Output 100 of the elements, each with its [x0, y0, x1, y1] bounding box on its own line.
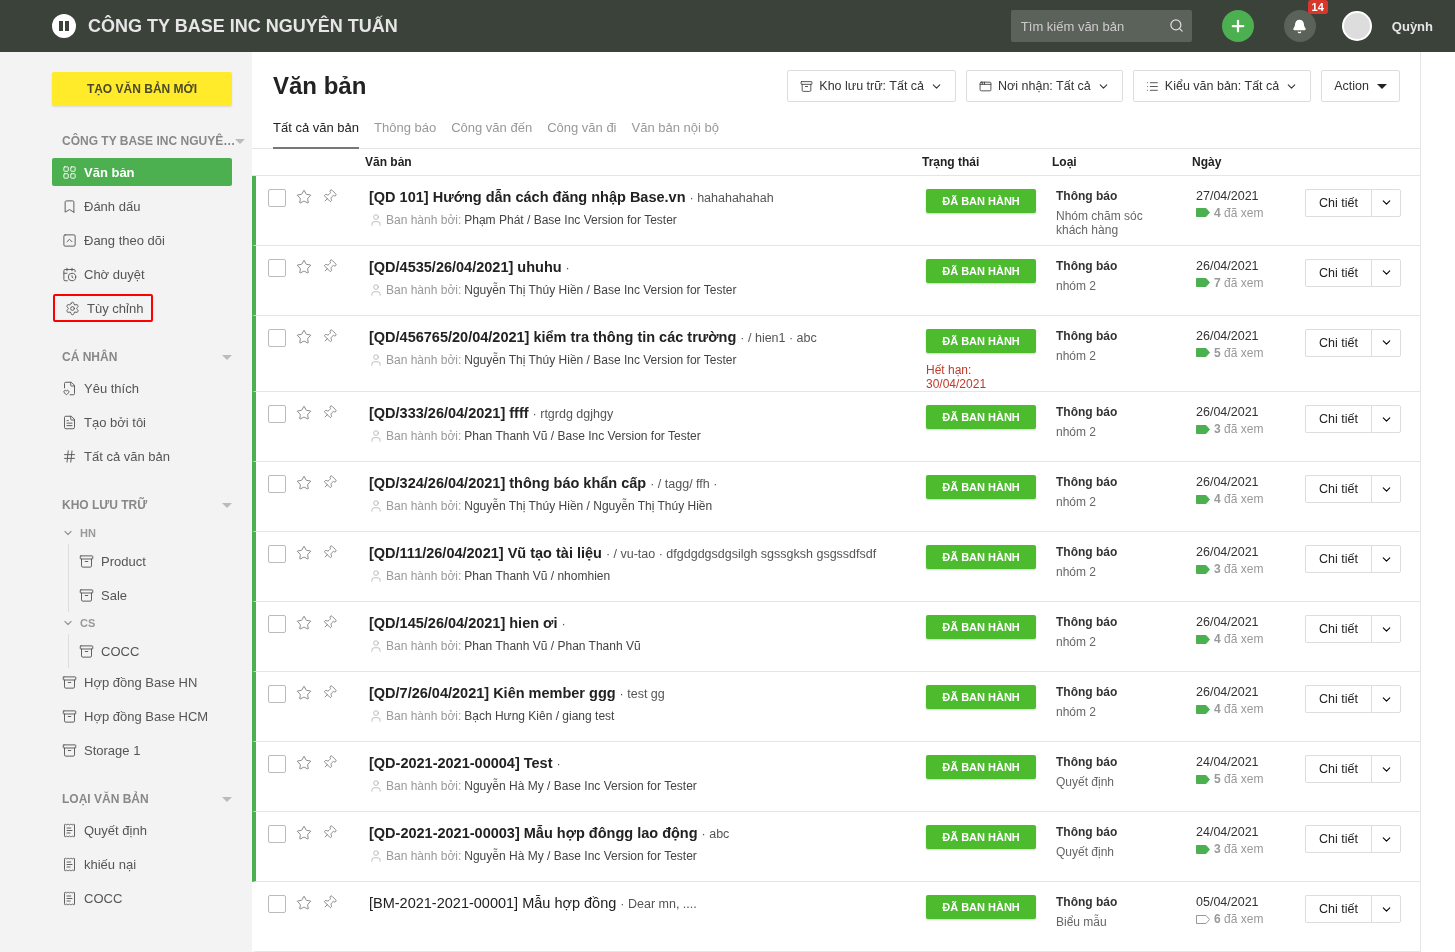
sidebar-item[interactable]: Hợp đồng Base HCM [52, 702, 232, 730]
sidebar-item[interactable]: Yêu thích [52, 374, 232, 402]
caret-icon[interactable] [222, 354, 232, 360]
sidebar-item[interactable]: Tạo bởi tôi [52, 408, 232, 436]
sidebar-item[interactable]: Tùy chỉnh [53, 294, 154, 322]
document-title[interactable]: [QD/324/26/04/2021] thông báo khẩn cấp [369, 475, 647, 491]
document-row[interactable]: [QD-2021-2021-00004] Test · Ban hành bởi: Nguyễn Hà My / Base Inc Version for Tester ĐÃ BAN HÀNH Thông báo Quyết định 24/04/2021 5 đã xem Chi tiết [252, 742, 1420, 812]
star-icon[interactable] [296, 475, 312, 491]
more-dropdown[interactable] [1371, 328, 1401, 357]
more-dropdown[interactable] [1371, 258, 1401, 287]
star-icon[interactable] [296, 895, 312, 911]
tab[interactable]: Tất cả văn bản [273, 112, 359, 149]
document-row[interactable]: [QD/145/26/04/2021] hien ơi · Ban hành bởi: Phan Thanh Vũ / Phan Thanh Vũ ĐÃ BAN HÀNH Thông báo nhóm 2 26/04/2021 4 đã xem Chi tiết [252, 602, 1420, 672]
detail-button[interactable]: Chi tiết [1305, 258, 1371, 287]
star-icon[interactable] [296, 188, 312, 205]
sidebar-item[interactable]: Storage 1 [52, 736, 232, 764]
star-icon[interactable] [296, 615, 312, 631]
detail-button[interactable]: Chi tiết [1305, 475, 1371, 503]
document-title[interactable]: [BM-2021-2021-00001] Mẫu hợp đồng [369, 895, 617, 911]
sidebar-item[interactable]: khiếu nại [52, 850, 232, 878]
sidebar-item[interactable]: Đang theo dõi [52, 226, 232, 254]
document-title[interactable]: [QD/456765/20/04/2021] kiểm tra thông tin các trường [369, 328, 737, 345]
document-row[interactable]: [QD/4535/26/04/2021] uhuhu · Ban hành bởi: Nguyễn Thị Thúy Hiền / Base Inc Version for Tester ĐÃ BAN HÀNH Thông báo nhóm 2 26/04/2021 7 đã xem Chi tiết [252, 245, 1420, 316]
checkbox[interactable] [268, 545, 286, 563]
sidebar-item[interactable]: Quyết định [52, 816, 232, 844]
detail-button[interactable]: Chi tiết [1305, 405, 1371, 433]
document-row[interactable]: [BM-2021-2021-00001] Mẫu hợp đồng · Dear mn, .... ĐÃ BAN HÀNH Thông báo Biểu mẫu 05/04/2021 6 đã xem Chi tiết [252, 882, 1420, 952]
sidebar-item[interactable]: Đánh dấu [52, 192, 232, 220]
more-dropdown[interactable] [1371, 475, 1401, 503]
star-icon[interactable] [296, 755, 312, 771]
document-row[interactable] [252, 315, 1420, 392]
detail-button[interactable]: Chi tiết [1305, 755, 1371, 783]
checkbox[interactable] [268, 825, 286, 843]
caret-icon[interactable] [222, 502, 232, 508]
document-title[interactable]: [QD 101] Hướng dẫn cách đăng nhập Base.vn [369, 188, 686, 205]
issuer-label: Ban hành bởi: [386, 569, 462, 583]
detail-button[interactable]: Chi tiết [1305, 615, 1371, 643]
filter-dropdown[interactable]: Nơi nhận: Tất cả [966, 70, 1123, 102]
caret-icon[interactable] [235, 138, 246, 144]
document-title[interactable]: [QD/145/26/04/2021] hien ơi [369, 615, 558, 631]
document-row[interactable]: [QD/111/26/04/2021] Vũ tạo tài liệu · / vu-tao · dfgdgdgsdgsilgh sgssgksh gsgssdfsdf Ban hành bởi: Phan Thanh Vũ / nhomhien ĐÃ BAN HÀNH Thông báo nhóm 2 26/04/2021 3 đã xem Chi tiết [252, 532, 1420, 602]
detail-button[interactable]: Chi tiết [1305, 188, 1371, 217]
document-row[interactable]: [QD/333/26/04/2021] ffff · rtgrdg dgjhgy Ban hành bởi: Phan Thanh Vũ / Base Inc Version for Tester ĐÃ BAN HÀNH Thông báo nhóm 2 26/04/2021 3 đã xem Chi tiết [252, 392, 1420, 462]
sidebar-item[interactable]: COCC [68, 634, 232, 668]
document-title[interactable]: [QD-2021-2021-00003] Mẫu hợp đôngg lao động [369, 825, 698, 841]
document-title[interactable]: [QD-2021-2021-00004] Test [369, 755, 553, 771]
checkbox[interactable] [268, 685, 286, 703]
document-title[interactable]: [QD/111/26/04/2021] Vũ tạo tài liệu [369, 545, 602, 561]
filter-dropdown[interactable]: Kho lưu trữ: Tất cả [787, 70, 957, 102]
document-title[interactable]: [QD/7/26/04/2021] Kiên member ggg [369, 685, 616, 701]
more-dropdown[interactable] [1371, 405, 1401, 433]
sidebar-item[interactable]: COCC [52, 884, 232, 912]
checkbox[interactable] [268, 895, 286, 913]
star-icon[interactable] [296, 825, 312, 841]
more-dropdown[interactable] [1371, 545, 1401, 573]
sidebar-item[interactable]: Hợp đồng Base HN [52, 668, 232, 696]
checkbox[interactable] [268, 328, 286, 347]
sidebar-item[interactable]: Tất cả văn bản [52, 442, 232, 470]
more-dropdown[interactable] [1371, 685, 1401, 713]
more-dropdown[interactable] [1371, 895, 1401, 923]
checkbox[interactable] [268, 475, 286, 493]
detail-button[interactable]: Chi tiết [1305, 895, 1371, 923]
star-icon[interactable] [296, 258, 312, 275]
document-row[interactable]: [QD/7/26/04/2021] Kiên member ggg · test gg Ban hành bởi: Bạch Hưng Kiên / giang test ĐÃ BAN HÀNH Thông báo nhóm 2 26/04/2021 4 đã xem Chi tiết [252, 672, 1420, 742]
document-row[interactable]: [QD 101] Hướng dẫn cách đăng nhập Base.vn · hahahahahah Ban hành bởi: Phạm Phát / Base Inc Version for Tester ĐÃ BAN HÀNH Thông báo Nhóm chăm sóc khách hàng 27/04/2021 4 đã xem Chi tiết [252, 175, 1420, 246]
notification-button[interactable] [1283, 10, 1316, 42]
detail-button[interactable]: Chi tiết [1305, 328, 1371, 357]
more-dropdown[interactable] [1371, 825, 1401, 853]
star-icon[interactable] [296, 545, 312, 561]
checkbox[interactable] [268, 258, 286, 277]
more-dropdown[interactable] [1371, 188, 1401, 217]
search-icon[interactable] [1168, 18, 1184, 33]
caret-icon[interactable] [222, 796, 232, 802]
checkbox[interactable] [268, 405, 286, 423]
sidebar-item[interactable]: Sale [68, 578, 232, 612]
star-icon[interactable] [296, 405, 312, 421]
star-icon[interactable] [296, 685, 312, 701]
avatar[interactable] [1341, 11, 1372, 41]
group-name: Quyết định [1056, 775, 1116, 789]
document-row[interactable]: [QD/324/26/04/2021] thông báo khẩn cấp · / tagg/ ffh · Ban hành bởi: Nguyễn Thị Thúy Hiền / Nguyễn Thị Thúy Hiền ĐÃ BAN HÀNH Thông báo nhóm 2 26/04/2021 4 đã xem Chi tiết [252, 462, 1420, 532]
user-name[interactable]: Quỳnh [1391, 18, 1433, 34]
more-dropdown[interactable] [1371, 615, 1401, 643]
document-title[interactable]: [QD/4535/26/04/2021] uhuhu [369, 258, 562, 275]
action-dropdown[interactable]: Action [1321, 70, 1400, 102]
document-row[interactable]: [QD-2021-2021-00003] Mẫu hợp đôngg lao động · abc Ban hành bởi: Nguyễn Hà My / Base Inc Version for Tester ĐÃ BAN HÀNH Thông báo Quyết định 24/04/2021 3 đã xem Chi tiết [252, 812, 1420, 882]
detail-button[interactable]: Chi tiết [1305, 825, 1371, 853]
sidebar-item[interactable]: Product [68, 544, 232, 578]
more-dropdown[interactable] [1371, 755, 1401, 783]
checkbox[interactable] [268, 755, 286, 773]
detail-button[interactable]: Chi tiết [1305, 685, 1371, 713]
sidebar-item[interactable]: Chờ duyệt [52, 260, 232, 288]
filter-dropdown[interactable]: Kiểu văn bản: Tất cả [1132, 70, 1312, 102]
search-field[interactable]: Tìm kiếm văn bản [1010, 10, 1192, 42]
add-button[interactable] [1221, 10, 1254, 42]
checkbox[interactable] [268, 615, 286, 633]
checkbox[interactable] [268, 188, 286, 207]
create-document-button[interactable]: TẠO VĂN BẢN MỚI [52, 72, 232, 106]
star-icon[interactable] [296, 328, 312, 345]
detail-button[interactable]: Chi tiết [1305, 545, 1371, 573]
document-title[interactable]: [QD/333/26/04/2021] ffff [369, 405, 529, 421]
